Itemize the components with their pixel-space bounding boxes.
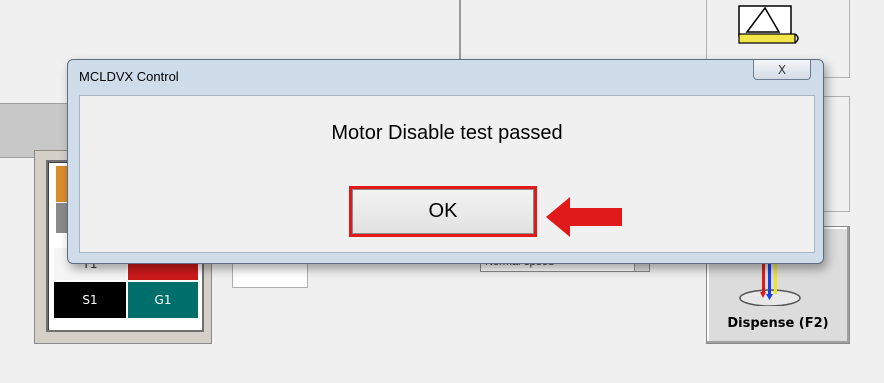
ok-button[interactable]: OK bbox=[352, 189, 534, 234]
arrow-left-icon bbox=[546, 197, 622, 237]
close-icon[interactable]: X bbox=[753, 60, 811, 80]
ok-button-label: OK bbox=[428, 200, 458, 222]
close-glyph: X bbox=[777, 62, 787, 77]
dialog-title: MCLDVX Control bbox=[79, 69, 179, 84]
dialog-message: Motor Disable test passed bbox=[331, 122, 563, 144]
drafting-tool-icon bbox=[738, 5, 799, 44]
dispense-icon bbox=[739, 264, 801, 306]
cell-s1[interactable]: S1 bbox=[54, 282, 126, 318]
cell-g1[interactable]: G1 bbox=[128, 282, 198, 318]
dispense-button-label: Dispense (F2) bbox=[727, 316, 829, 331]
